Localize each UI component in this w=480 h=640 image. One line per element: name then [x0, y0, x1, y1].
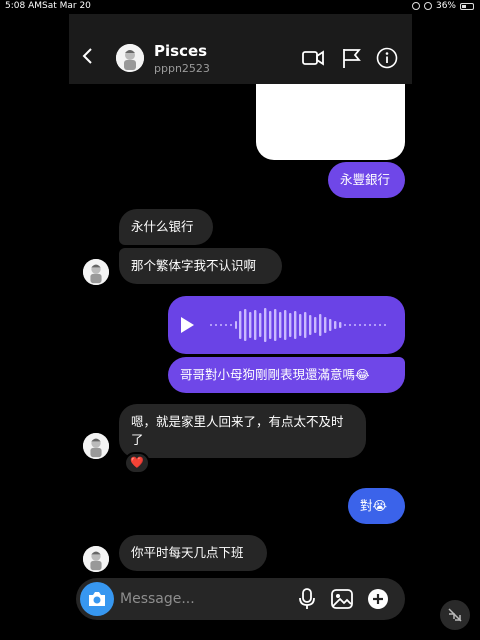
microphone-icon[interactable]	[295, 587, 319, 611]
status-bar: 5:08 AM Sat Mar 20 36%	[0, 0, 480, 12]
camera-button[interactable]	[80, 582, 114, 616]
status-right: 36%	[411, 1, 474, 11]
received-message[interactable]: 永什么银行	[119, 209, 213, 245]
contact-avatar[interactable]	[83, 259, 109, 285]
contact-name[interactable]: Pisces	[154, 42, 207, 60]
battery-icon	[460, 2, 474, 10]
received-message[interactable]: 你平时每天几点下班	[119, 535, 267, 571]
shared-image[interactable]	[256, 84, 405, 160]
received-message[interactable]: 嗯，就是家里人回来了，有点太不及时了	[119, 404, 366, 458]
wifi-icon	[411, 2, 420, 10]
received-message[interactable]: 那个繁体字我不认识啊	[119, 248, 282, 284]
contact-username: pppn2523	[154, 62, 210, 75]
contact-avatar[interactable]	[83, 546, 109, 572]
play-icon[interactable]	[181, 317, 194, 333]
plus-icon[interactable]	[366, 587, 390, 611]
camera-icon	[89, 592, 105, 606]
flag-icon[interactable]	[340, 47, 362, 69]
message-composer	[76, 578, 405, 620]
chat-header: Pisces pppn2523	[69, 14, 412, 84]
sent-message[interactable]: 哥哥對小母狗剛剛表現還滿意嗎😂	[168, 357, 405, 393]
heart-reaction[interactable]: ❤️	[124, 452, 150, 474]
lock-rotation-icon	[423, 2, 432, 10]
message-input[interactable]	[120, 588, 290, 610]
voice-message[interactable]	[168, 296, 405, 354]
status-date: Sat Mar 20	[42, 1, 91, 11]
info-icon[interactable]	[376, 47, 398, 69]
back-arrow-icon[interactable]	[81, 48, 95, 64]
battery-percent: 36%	[435, 1, 456, 11]
waveform	[210, 308, 386, 342]
contact-avatar[interactable]	[83, 433, 109, 459]
collapse-icon	[448, 608, 462, 622]
sent-message[interactable]: 永豐銀行	[328, 162, 405, 198]
status-time: 5:08 AM	[5, 1, 42, 11]
collapse-button[interactable]	[440, 600, 470, 630]
header-avatar[interactable]	[116, 44, 144, 72]
gallery-icon[interactable]	[330, 587, 354, 611]
video-call-icon[interactable]	[302, 47, 324, 69]
sent-message[interactable]: 對😭	[348, 488, 405, 524]
